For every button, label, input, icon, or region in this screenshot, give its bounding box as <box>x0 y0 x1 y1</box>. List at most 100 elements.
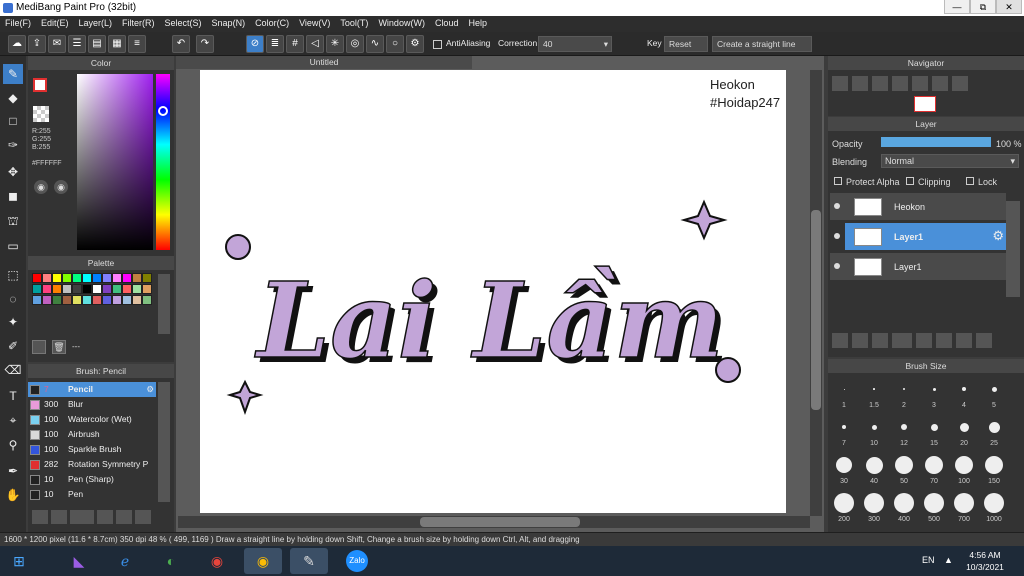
new-layer-2-icon[interactable] <box>852 333 868 348</box>
palette-swatch[interactable] <box>122 295 132 305</box>
brush-scrollbar[interactable] <box>158 382 170 502</box>
chrome-icon[interactable]: ◉ <box>198 548 236 574</box>
brush-item[interactable]: 10 Pen (Sharp) <box>28 472 156 487</box>
palette-swatch[interactable] <box>132 284 142 294</box>
lock-checkbox[interactable] <box>966 177 974 185</box>
lasso-tool-icon[interactable]: ◌ <box>3 289 23 309</box>
reset-button[interactable]: Reset <box>664 36 708 52</box>
new-layer-3-icon[interactable] <box>872 333 888 348</box>
palette-swatch[interactable] <box>52 284 62 294</box>
palette-swatch[interactable] <box>32 295 42 305</box>
medibang-icon[interactable]: ✎ <box>290 548 328 574</box>
ellipse-snap-icon[interactable]: ○ <box>386 35 404 53</box>
rotate-left-icon[interactable] <box>912 76 928 91</box>
brush-size-option[interactable]: 40 <box>860 452 888 488</box>
brush-size-option[interactable]: 2 <box>890 376 918 412</box>
palette-swatch[interactable] <box>62 284 72 294</box>
saturation-value-picker[interactable] <box>77 74 153 250</box>
palette-swatch[interactable] <box>42 284 52 294</box>
brush-item[interactable]: 100 Sparkle Brush <box>28 442 156 457</box>
new-layer-icon[interactable] <box>832 333 848 348</box>
brush-size-option[interactable]: 1.5 <box>860 376 888 412</box>
transparent-color-swatch[interactable] <box>33 106 49 122</box>
brush-size-option[interactable]: 25 <box>980 414 1008 450</box>
brush-size-option[interactable]: 400 <box>890 490 918 526</box>
clock[interactable]: 4:56 AM 10/3/2021 <box>960 549 1010 573</box>
menu-tool[interactable]: Tool(T) <box>335 16 373 30</box>
bucket-tool-icon[interactable]: ⛫ <box>3 211 23 231</box>
perspective-snap-icon[interactable]: ◁ <box>306 35 324 53</box>
visibility-icon[interactable] <box>834 263 840 269</box>
palette-swatch[interactable] <box>52 295 62 305</box>
circle-snap-icon[interactable]: ◎ <box>346 35 364 53</box>
brush-item[interactable]: 100 Watercolor (Wet) <box>28 412 156 427</box>
gradient-tool-icon[interactable]: ▭ <box>3 236 23 256</box>
chat-icon[interactable]: ☰ <box>68 35 86 53</box>
layer-row[interactable]: Layer1 ⚙ <box>834 223 1006 251</box>
brush-size-option[interactable]: 700 <box>950 490 978 526</box>
hue-handle[interactable] <box>158 106 168 116</box>
palette-swatch[interactable] <box>62 295 72 305</box>
zoom-icon[interactable] <box>832 76 848 91</box>
palette-swatch[interactable] <box>62 273 72 283</box>
brush-size-option[interactable]: 15 <box>920 414 948 450</box>
foreground-color-swatch[interactable] <box>33 78 47 92</box>
horizontal-scroll-thumb[interactable] <box>420 517 580 527</box>
minimize-button[interactable]: — <box>944 0 970 14</box>
palette-swatch[interactable] <box>102 295 112 305</box>
new-palette-icon[interactable] <box>32 340 46 354</box>
document-canvas[interactable]: Lai Lầm Lai Lầm Heokon #Hoidap247 <box>200 70 786 513</box>
vertical-scroll-thumb[interactable] <box>811 210 821 410</box>
no-snap-icon[interactable]: ⊘ <box>246 35 264 53</box>
opacity-slider[interactable] <box>881 137 991 147</box>
text-tool-icon[interactable]: T <box>3 386 23 406</box>
palette-swatch[interactable] <box>52 273 62 283</box>
visibility-icon[interactable] <box>834 203 840 209</box>
palette-swatch[interactable] <box>32 284 42 294</box>
brush-size-option[interactable]: 500 <box>920 490 948 526</box>
menu-file[interactable]: File(F) <box>0 16 36 30</box>
palette-swatch[interactable] <box>102 273 112 283</box>
palette-swatch[interactable] <box>132 273 142 283</box>
clipping-checkbox[interactable] <box>906 177 914 185</box>
duplicate-layer-icon[interactable] <box>936 333 952 348</box>
palette-swatch[interactable] <box>42 273 52 283</box>
brush-size-option[interactable]: 10 <box>860 414 888 450</box>
page-icon[interactable]: ▤ <box>88 35 106 53</box>
brush-upload-icon[interactable] <box>32 510 48 524</box>
radial-snap-icon[interactable]: ✳ <box>326 35 344 53</box>
vertical-scrollbar[interactable] <box>810 70 822 516</box>
palette-swatch[interactable] <box>42 295 52 305</box>
brush-add-icon[interactable] <box>70 510 94 524</box>
list-icon[interactable]: ≡ <box>128 35 146 53</box>
palette-swatch[interactable] <box>122 284 132 294</box>
correction-select[interactable]: 40 ▾ <box>538 36 612 52</box>
select-eraser-tool-icon[interactable]: ⌫ <box>3 360 23 380</box>
curve-snap-icon[interactable]: ∿ <box>366 35 384 53</box>
palette-swatch[interactable] <box>72 295 82 305</box>
select-pen-tool-icon[interactable]: ✐ <box>3 336 23 356</box>
palette-swatch[interactable] <box>122 273 132 283</box>
close-button[interactable]: ✕ <box>996 0 1022 14</box>
menu-cloud[interactable]: Cloud <box>430 16 464 30</box>
rotate-right-icon[interactable] <box>952 76 968 91</box>
palette-swatch[interactable] <box>72 284 82 294</box>
eyedropper-tool-icon[interactable]: ⚲ <box>3 435 23 455</box>
layer-scrollbar[interactable] <box>1006 201 1020 297</box>
layer-row[interactable]: Heokon <box>830 193 1006 221</box>
share-icon[interactable]: ⇪ <box>28 35 46 53</box>
brush-size-option[interactable]: 150 <box>980 452 1008 488</box>
brush-item[interactable]: 300 Blur <box>28 397 156 412</box>
blending-select[interactable]: Normal ▾ <box>881 154 1019 168</box>
brush-size-option[interactable]: 20 <box>950 414 978 450</box>
menu-window[interactable]: Window(W) <box>373 16 430 30</box>
palette-swatch[interactable] <box>142 273 152 283</box>
language-indicator[interactable]: EN <box>922 555 935 565</box>
brush-size-option[interactable]: 4 <box>950 376 978 412</box>
folder-icon[interactable] <box>916 333 932 348</box>
color-picker-icon[interactable]: ◉ <box>54 180 68 194</box>
rectangle-tool-icon[interactable]: □ <box>3 111 23 131</box>
pen-tool-icon[interactable]: ✒ <box>3 461 23 481</box>
hue-slider[interactable] <box>156 74 170 250</box>
add-layer-menu-icon[interactable] <box>892 333 912 348</box>
